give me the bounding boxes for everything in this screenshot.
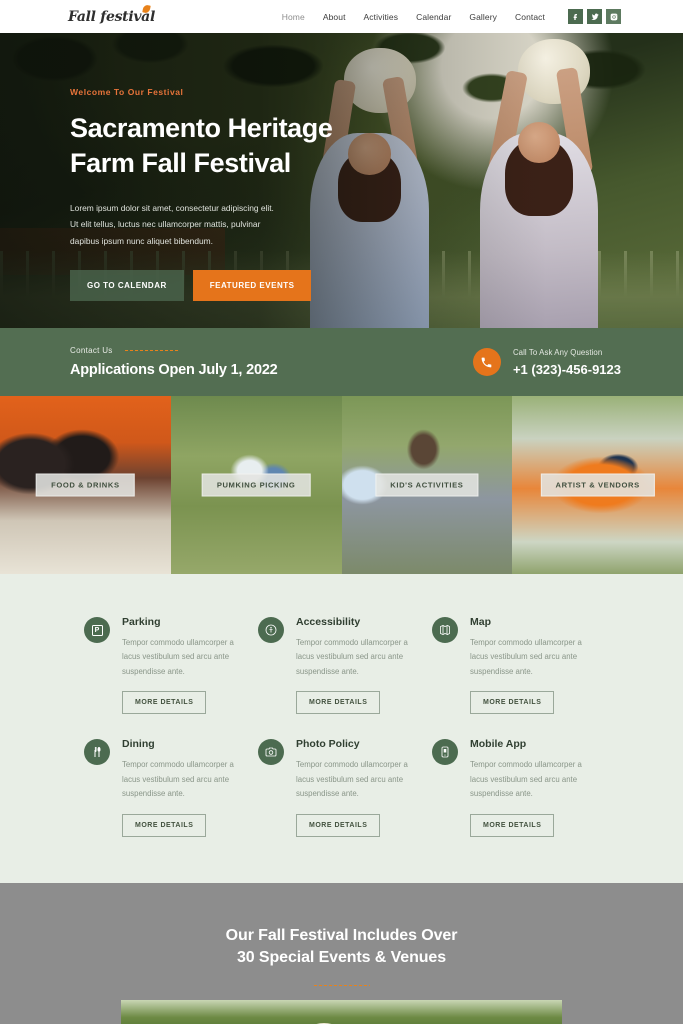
- feature-title: Parking: [122, 616, 161, 628]
- gallery-caption: FOOD & DRINKS: [36, 473, 135, 497]
- social-links: [568, 9, 621, 24]
- more-details-button[interactable]: MORE DETAILS: [470, 813, 555, 837]
- feature-title: Accessibility: [296, 616, 361, 628]
- feature-description: Tempor commodo ullamcorper a lacus vesti…: [470, 760, 582, 799]
- featured-events-button[interactable]: FEATURED EVENTS: [192, 270, 312, 302]
- gallery-item-kids-activities[interactable]: KID'S ACTIVITIES: [341, 396, 513, 574]
- events-section: Our Fall Festival Includes Over 30 Speci…: [0, 882, 683, 1024]
- page-root: Fall festival Home About Activities Cale…: [0, 0, 683, 1024]
- more-details-button[interactable]: MORE DETAILS: [122, 691, 207, 715]
- more-details-button[interactable]: MORE DETAILS: [296, 691, 381, 715]
- twitter-icon[interactable]: [587, 9, 602, 24]
- feature-card-accessibility: Accessibility Tempor commodo ullamcorper…: [258, 616, 432, 715]
- hero-content: Welcome To Our Festival Sacramento Herit…: [70, 87, 400, 302]
- more-details-button[interactable]: MORE DETAILS: [122, 813, 207, 837]
- events-heading: Our Fall Festival Includes Over 30 Speci…: [0, 925, 683, 970]
- site-logo[interactable]: Fall festival: [68, 3, 155, 25]
- gallery-caption: PUMKING PICKING: [201, 473, 311, 497]
- feature-title: Map: [470, 616, 491, 628]
- divider: [313, 984, 370, 986]
- feature-title: Photo Policy: [296, 738, 360, 751]
- mobile-icon: [432, 739, 458, 766]
- events-heading-line-2: 30 Special Events & Venues: [236, 949, 447, 967]
- hero-title-line-2: Farm Fall Festival: [70, 147, 291, 178]
- nav-item-calendar[interactable]: Calendar: [407, 12, 460, 22]
- hero-paragraph: Lorem ipsum dolor sit amet, consectetur …: [70, 203, 274, 246]
- contact-bar-right[interactable]: Call To Ask Any Question +1 (323)-456-91…: [472, 348, 621, 377]
- contact-kicker: Contact Us: [70, 346, 278, 355]
- category-gallery: FOOD & DRINKS PUMKING PICKING KID'S ACTI…: [0, 396, 683, 574]
- facebook-icon[interactable]: [568, 9, 583, 24]
- features-section: P Parking Tempor commodo ullamcorper a l…: [0, 574, 683, 883]
- feature-title: Mobile App: [470, 738, 527, 751]
- nav-item-about[interactable]: About: [314, 12, 355, 22]
- feature-card-map: Map Tempor commodo ullamcorper a lacus v…: [432, 616, 606, 715]
- hero-section: Welcome To Our Festival Sacramento Herit…: [0, 33, 683, 328]
- feature-description: Tempor commodo ullamcorper a lacus vesti…: [122, 638, 234, 676]
- events-heading-line-1: Our Fall Festival Includes Over: [225, 926, 458, 944]
- more-details-button[interactable]: MORE DETAILS: [470, 691, 555, 715]
- applications-open-text: Applications Open July 1, 2022: [70, 362, 278, 378]
- events-video-thumbnail[interactable]: [121, 999, 562, 1024]
- hero-actions: GO TO CALENDAR FEATURED EVENTS: [70, 270, 400, 302]
- feature-card-dining: Dining Tempor commodo ullamcorper a lacu…: [84, 738, 258, 837]
- call-to-ask-label: Call To Ask Any Question: [512, 347, 603, 357]
- contact-kicker-label: Contact Us: [70, 346, 113, 355]
- nav-item-activities[interactable]: Activities: [355, 12, 408, 22]
- dining-icon: [84, 739, 110, 766]
- feature-card-photo-policy: Photo Policy Tempor commodo ullamcorper …: [258, 738, 432, 837]
- feature-description: Tempor commodo ullamcorper a lacus vesti…: [296, 638, 408, 676]
- accessibility-icon: [258, 617, 284, 643]
- contact-phone-block: Call To Ask Any Question +1 (323)-456-91…: [513, 348, 621, 377]
- contact-bar-left: Contact Us Applications Open July 1, 202…: [70, 346, 278, 378]
- nav-item-contact[interactable]: Contact: [506, 12, 554, 22]
- main-nav: Home About Activities Calendar Gallery C…: [273, 9, 621, 24]
- feature-card-parking: P Parking Tempor commodo ullamcorper a l…: [84, 616, 258, 715]
- feature-title: Dining: [122, 738, 155, 751]
- map-icon: [432, 617, 458, 643]
- gallery-caption: ARTIST & VENDORS: [540, 473, 655, 497]
- feature-description: Tempor commodo ullamcorper a lacus vesti…: [470, 638, 582, 676]
- nav-item-home[interactable]: Home: [273, 12, 314, 22]
- site-header: Fall festival Home About Activities Cale…: [0, 0, 683, 33]
- hero-eyebrow: Welcome To Our Festival: [70, 87, 184, 97]
- go-to-calendar-button[interactable]: GO TO CALENDAR: [70, 270, 184, 302]
- features-row: P Parking Tempor commodo ullamcorper a l…: [0, 616, 683, 715]
- camera-icon: [258, 739, 284, 766]
- gallery-caption: KID'S ACTIVITIES: [375, 473, 479, 497]
- feature-description: Tempor commodo ullamcorper a lacus vesti…: [122, 760, 234, 799]
- phone-number[interactable]: +1 (323)-456-9123: [513, 362, 621, 377]
- feature-description: Tempor commodo ullamcorper a lacus vesti…: [296, 760, 408, 799]
- feature-card-mobile-app: Mobile App Tempor commodo ullamcorper a …: [432, 738, 606, 837]
- features-row: Dining Tempor commodo ullamcorper a lacu…: [0, 738, 683, 837]
- parking-icon: P: [84, 617, 110, 643]
- phone-icon: [472, 348, 501, 376]
- hero-title-line-1: Sacramento Heritage: [70, 113, 333, 143]
- nav-item-gallery[interactable]: Gallery: [460, 12, 506, 22]
- contact-bar: Contact Us Applications Open July 1, 202…: [0, 328, 683, 396]
- gallery-item-food-drinks[interactable]: FOOD & DRINKS: [0, 396, 171, 574]
- instagram-icon[interactable]: [606, 9, 621, 24]
- gallery-item-pumking-picking[interactable]: PUMKING PICKING: [170, 396, 342, 574]
- page-title: Sacramento Heritage Farm Fall Festival: [70, 111, 400, 180]
- more-details-button[interactable]: MORE DETAILS: [296, 813, 381, 837]
- gallery-item-artist-vendors[interactable]: ARTIST & VENDORS: [512, 396, 683, 574]
- divider: [124, 350, 180, 351]
